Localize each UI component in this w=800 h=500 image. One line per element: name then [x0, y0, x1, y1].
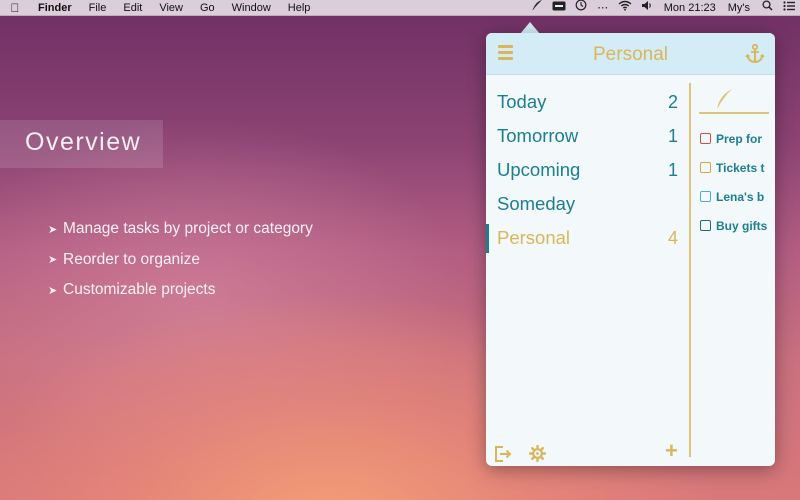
- task-checkbox[interactable]: [700, 133, 711, 144]
- category-list: Today 2 Tomorrow 1 Upcoming 1 Someday Pe…: [486, 85, 689, 255]
- category-count: 1: [667, 125, 678, 146]
- menu-help[interactable]: Help: [280, 0, 320, 16]
- feature-item: ➤ Reorder to organize: [48, 250, 313, 270]
- arrow-icon: ➤: [48, 284, 58, 297]
- feature-text: Customizable projects: [63, 281, 216, 298]
- category-upcoming[interactable]: Upcoming 1: [486, 153, 689, 187]
- category-count: 4: [667, 227, 678, 248]
- anchor-icon[interactable]: [744, 43, 766, 65]
- feature-text: Reorder to organize: [63, 250, 200, 268]
- popover-footer: +: [486, 440, 775, 465]
- overview-banner: Overview: [0, 120, 163, 168]
- task-text: Buy gifts: [716, 218, 768, 233]
- category-label: Today: [497, 91, 547, 112]
- category-count: 2: [667, 91, 678, 112]
- category-someday[interactable]: Someday: [486, 187, 689, 221]
- task-checkbox[interactable]: [700, 162, 711, 173]
- menu-window[interactable]: Window: [224, 0, 280, 16]
- menu-finder[interactable]: Finder: [30, 0, 81, 16]
- menu-go[interactable]: Go: [192, 0, 224, 16]
- clock-text[interactable]: Mon 21:23: [658, 0, 722, 16]
- category-label: Tomorrow: [497, 125, 579, 146]
- menu-bar:  Finder File Edit View Go Window Help ⋯…: [0, 0, 800, 16]
- overview-title: Overview: [25, 128, 142, 156]
- category-label: Someday: [497, 193, 576, 214]
- tasks-popover: Personal Today 2 Tomorrow 1 Upcoming 1 S…: [486, 33, 775, 466]
- task-item[interactable]: Buy gifts: [697, 211, 775, 240]
- task-pane: Prep for Tickets t Lena's b Buy gifts: [697, 85, 775, 240]
- task-checkbox[interactable]: [700, 191, 711, 202]
- arrow-icon: ➤: [48, 223, 58, 236]
- add-task-icon[interactable]: +: [665, 440, 681, 462]
- spotlight-icon[interactable]: [756, 0, 778, 16]
- popover-header: Personal: [486, 33, 775, 75]
- volume-icon[interactable]: [636, 0, 658, 16]
- arrow-icon: ➤: [48, 254, 58, 266]
- category-count: 1: [667, 159, 678, 180]
- wifi-icon[interactable]: [614, 0, 636, 16]
- user-name[interactable]: My's: [722, 0, 756, 16]
- menu-view[interactable]: View: [151, 0, 192, 16]
- gear-icon[interactable]: [528, 444, 547, 463]
- bluetooth-icon[interactable]: ⋯: [592, 0, 614, 16]
- task-text: Prep for: [716, 131, 763, 146]
- notification-center-icon[interactable]: [778, 0, 800, 16]
- category-label: Upcoming: [497, 159, 581, 180]
- new-task-input[interactable]: [699, 85, 769, 114]
- category-tomorrow[interactable]: Tomorrow 1: [486, 119, 689, 153]
- menu-file[interactable]: File: [81, 0, 116, 16]
- category-label: Personal: [497, 227, 571, 248]
- menu-edit[interactable]: Edit: [115, 0, 151, 16]
- feature-item: ➤ Customizable projects: [48, 280, 313, 300]
- feature-item: ➤ Manage tasks by project or category: [48, 219, 313, 239]
- task-text: Lena's b: [716, 189, 765, 204]
- apple-icon[interactable]: : [0, 1, 30, 15]
- time-machine-icon[interactable]: [570, 0, 592, 16]
- feature-list: ➤ Manage tasks by project or category ➤ …: [48, 219, 313, 311]
- quill-icon[interactable]: [526, 0, 548, 16]
- task-item[interactable]: Lena's b: [697, 182, 775, 211]
- status-area: ⋯ Mon 21:23 My's: [526, 0, 800, 16]
- quill-icon: [717, 88, 734, 109]
- keyboard-icon[interactable]: [548, 0, 570, 16]
- task-checkbox[interactable]: [700, 220, 711, 231]
- pane-divider[interactable]: [689, 83, 691, 457]
- category-today[interactable]: Today 2: [486, 85, 689, 119]
- exit-icon[interactable]: [494, 445, 512, 463]
- category-personal[interactable]: Personal 4: [486, 221, 689, 255]
- task-text: Tickets t: [716, 160, 765, 175]
- project-title: Personal: [593, 44, 668, 65]
- task-item[interactable]: Prep for: [697, 124, 775, 153]
- task-item[interactable]: Tickets t: [697, 153, 775, 182]
- feature-text: Manage tasks by project or category: [63, 220, 313, 237]
- task-list: Prep for Tickets t Lena's b Buy gifts: [697, 124, 775, 240]
